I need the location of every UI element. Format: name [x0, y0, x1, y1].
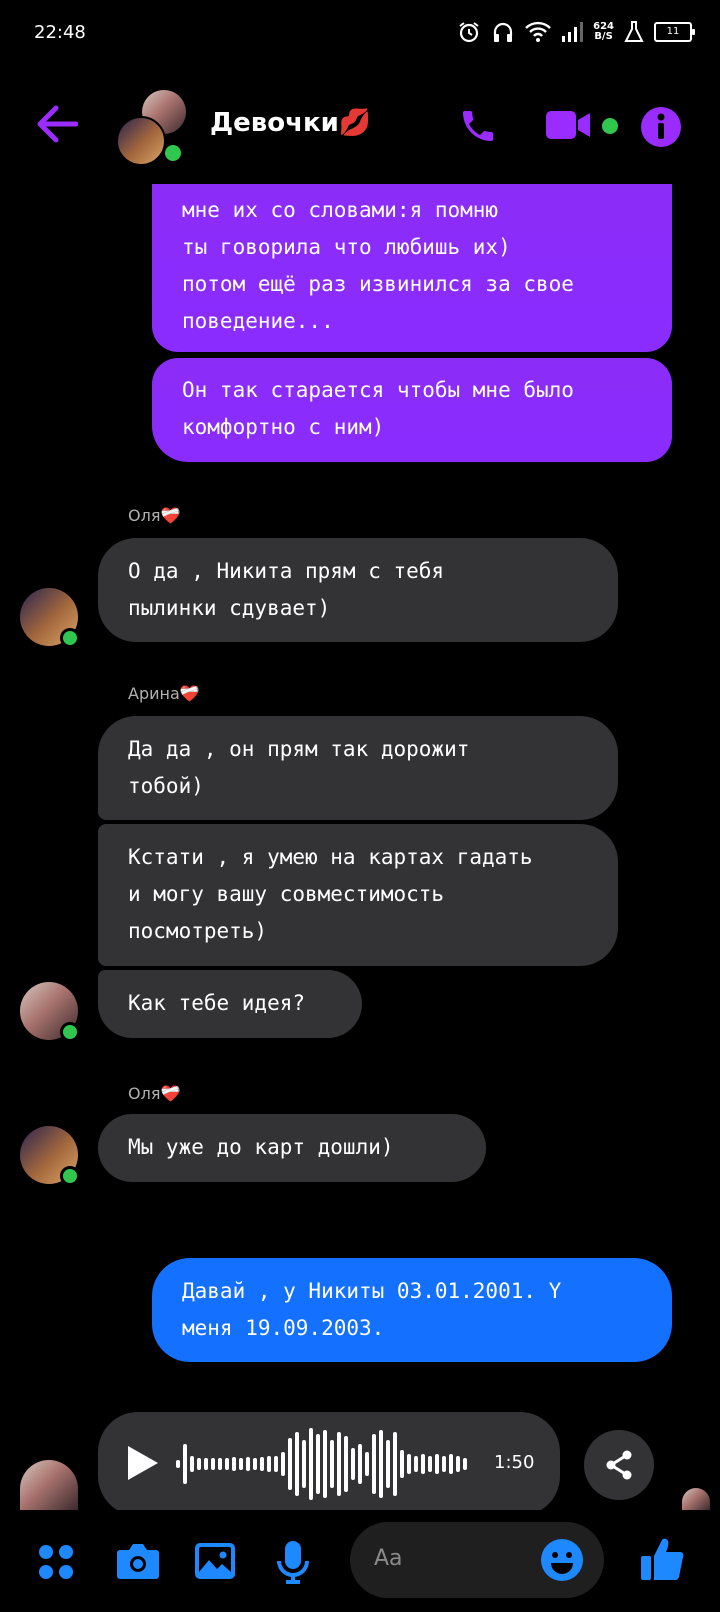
emoji-icon[interactable] [540, 1538, 584, 1582]
online-indicator [60, 1022, 80, 1042]
camera-icon[interactable] [116, 1542, 160, 1580]
read-receipt-avatar [682, 1488, 710, 1510]
avatar[interactable] [20, 1460, 78, 1510]
mic-icon[interactable] [276, 1540, 310, 1584]
incoming-message[interactable]: Мы уже до карт дошли) [98, 1114, 486, 1182]
voice-message[interactable]: 1:50 [98, 1412, 560, 1516]
sender-name: Оля❤️‍🩹 [128, 1084, 181, 1103]
image-icon[interactable] [194, 1542, 236, 1580]
phone-icon[interactable] [458, 106, 498, 146]
outgoing-message[interactable]: Он так старается чтобы мне было комфортн… [152, 358, 672, 462]
alarm-icon [459, 22, 479, 43]
waveform[interactable] [176, 1426, 482, 1502]
incoming-message[interactable]: Кстати , я умею на картах гадать и могу … [98, 824, 618, 966]
headphones-icon [494, 22, 513, 42]
outgoing-message[interactable]: мне их со словами:я помню ты говорила чт… [152, 184, 672, 352]
signal-icon [562, 22, 584, 42]
wifi-icon [525, 21, 551, 42]
online-indicator [60, 628, 80, 648]
online-indicator [60, 1166, 80, 1186]
voice-duration: 1:50 [494, 1452, 535, 1473]
like-icon[interactable] [640, 1534, 684, 1582]
flask-icon [624, 21, 644, 42]
message-placeholder: Aa [374, 1546, 403, 1571]
incoming-message[interactable]: Как тебе идея? [98, 970, 362, 1038]
incoming-message[interactable]: Да да , он прям так дорожит тобой) [98, 716, 618, 820]
back-arrow-icon[interactable] [36, 104, 78, 144]
video-icon[interactable] [546, 108, 594, 142]
outgoing-message[interactable]: Давай , у Никиты 03.01.2001. Y меня 19.0… [152, 1258, 672, 1362]
share-icon [606, 1450, 632, 1480]
play-icon[interactable] [126, 1444, 160, 1482]
message-input[interactable]: Aa [350, 1522, 604, 1598]
group-avatar-front[interactable] [116, 116, 166, 166]
online-indicator [162, 142, 184, 164]
apps-icon[interactable] [38, 1544, 74, 1580]
incoming-message[interactable]: О да , Никита прям с тебя пылинки сдувае… [98, 538, 618, 642]
network-speed: 624 B/S [593, 21, 614, 42]
status-time: 22:48 [34, 22, 86, 43]
battery-indicator: 11 [654, 22, 695, 42]
sender-name: Арина❤️‍🩹 [128, 684, 200, 703]
info-icon[interactable] [640, 106, 682, 148]
sender-name: Оля❤️‍🩹 [128, 506, 181, 525]
share-button[interactable] [584, 1430, 654, 1500]
chat-title[interactable]: Девочки💋 [210, 108, 371, 138]
status-icons: 624 B/S 11 [457, 20, 695, 44]
video-online-dot [602, 118, 618, 134]
